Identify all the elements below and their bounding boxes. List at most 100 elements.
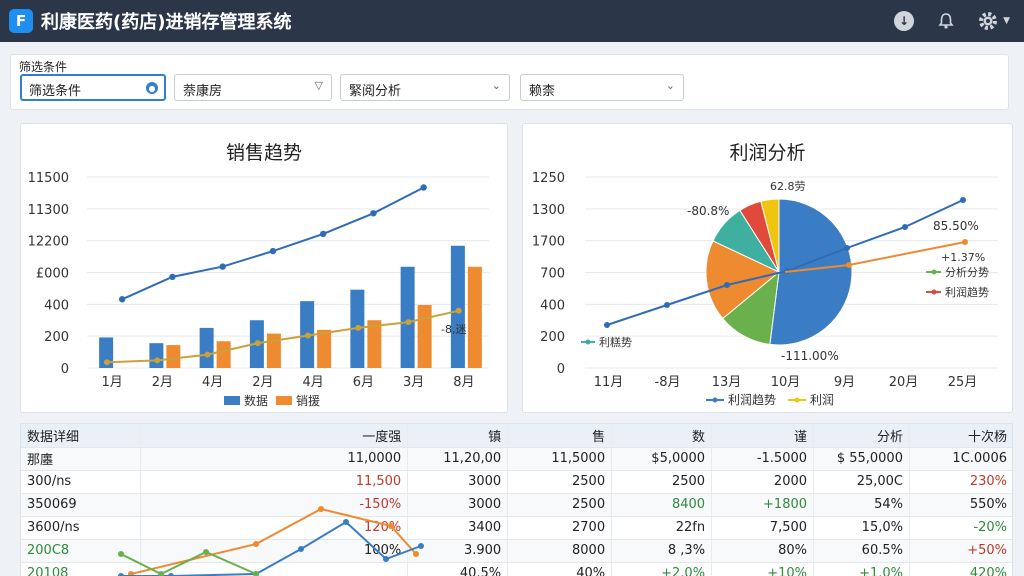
y-tick-label: 12200: [28, 235, 69, 250]
table-cell: 550%: [909, 493, 1012, 517]
y-tick-label: 1250: [532, 171, 565, 186]
table-cell: 300/ns: [21, 470, 142, 494]
table-cell: 8 ,3%: [611, 539, 713, 563]
trend-point: [319, 230, 327, 238]
table-header-cell[interactable]: 谨: [711, 424, 815, 448]
legend-swatch: [276, 396, 292, 405]
table-cell: 80%: [711, 539, 815, 563]
table-cell: 60.5%: [813, 539, 910, 563]
data-table-card: 数据详细 一度强镇售数谨分析 十次杨 那廛 11,0000 11,20,00 11,5000…: [20, 423, 1013, 576]
info-icon: ●: [146, 82, 158, 94]
table-cell: 100%: [140, 539, 409, 563]
trend-point: [169, 273, 176, 281]
bell-icon: [938, 13, 954, 29]
chevron-down-icon[interactable]: ▼: [1003, 16, 1010, 26]
table-cell: 2500: [507, 493, 613, 517]
table-header-cell[interactable]: 镇: [407, 424, 509, 448]
table-cell: +10%: [711, 562, 815, 576]
filter-panel: 筛选条件 筛选条件 ● 萘康房 ▽ 緊阅分析 ⌄ 赖柰 ⌄: [10, 54, 1009, 110]
pie-label: -111.00%: [781, 349, 839, 363]
table-cell: +2.0%: [611, 562, 713, 576]
trend-point: [204, 351, 211, 358]
table-header-cell[interactable]: 售: [507, 424, 613, 448]
filter-select-3-value: 緊阅分析: [349, 84, 402, 99]
table-cell: 3000: [407, 470, 509, 494]
table-header-cell[interactable]: 十次杨: [909, 424, 1012, 448]
legend-marker: [931, 269, 937, 275]
x-tick-label: 9月: [834, 375, 855, 390]
bar: [417, 304, 432, 368]
trend-point: [902, 224, 908, 230]
y-tick-label: 400: [44, 298, 69, 313]
table-row[interactable]: 300/ns 11,500 3000 2500 2500 2000 25,00C 230%: [21, 470, 1012, 494]
y-tick-label: 700: [540, 267, 565, 282]
table-header-cell[interactable]: 分析: [813, 424, 910, 448]
table-cell: 1C.0006: [909, 447, 1012, 471]
table-header-cell[interactable]: 数: [611, 424, 713, 448]
trend-point: [370, 210, 377, 217]
table-cell: +1.0%: [813, 562, 910, 576]
legend-marker: [585, 339, 591, 345]
x-tick-label: 3月: [403, 375, 424, 390]
table-cell: 40.5%: [407, 562, 509, 576]
table-cell: 230%: [909, 470, 1012, 494]
table-row[interactable]: 200C8 100% 3.900 8000 8 ,3% 80% 60.5% +50%: [21, 539, 1012, 563]
table-row[interactable]: 3600/ns 120% 3400 2700 22fn 7,500 15,0% -20%: [21, 516, 1012, 540]
x-tick-label: 2月: [252, 375, 273, 390]
trend-point: [846, 262, 852, 268]
table-row[interactable]: 20108 40.5% 40% +2.0% +10% +1.0% 420%: [21, 562, 1012, 576]
top-bar: F 利康医药(药店)进销存管理系统 ↓ ▼: [0, 0, 1024, 42]
filter-select-1[interactable]: 筛选条件 ●: [20, 74, 166, 101]
y-tick-label: 11300: [28, 203, 69, 218]
table-row[interactable]: 350069 -150% 3000 2500 8400 +1800 54% 550%: [21, 493, 1012, 517]
table-header-cell[interactable]: 一度强: [140, 424, 409, 448]
table-cell: $5,0000: [611, 447, 713, 471]
y-tick-label: 1700: [532, 235, 565, 250]
filter-select-3[interactable]: 緊阅分析 ⌄: [340, 74, 510, 101]
x-tick-label: 4月: [202, 375, 223, 390]
download-button[interactable]: ↓: [891, 8, 917, 34]
filter-select-4[interactable]: 赖柰 ⌄: [520, 74, 684, 101]
x-tick-label: 11月: [594, 375, 624, 390]
trend-point: [254, 340, 261, 347]
filter-select-1-value: 筛选条件: [29, 84, 82, 99]
chevron-down-icon: ⌄: [665, 79, 675, 92]
table-cell: 54%: [813, 493, 910, 517]
legend-label: 利糕势: [599, 335, 632, 349]
pie-label: +1.37%: [941, 251, 985, 264]
data-table: 数据详细 一度强镇售数谨分析 十次杨 那廛 11,0000 11,20,00 11,5000…: [21, 424, 1012, 576]
table-cell: 2700: [507, 516, 613, 540]
x-tick-label: 1月: [101, 375, 122, 390]
table-cell: 2500: [507, 470, 613, 494]
table-cell: 20108: [21, 562, 142, 576]
bar: [166, 345, 181, 368]
table-cell: $ 55,0000: [813, 447, 910, 471]
filter-select-2[interactable]: 萘康房 ▽: [174, 74, 332, 101]
header-actions: ↓ ▼: [891, 8, 1010, 34]
trend-point: [355, 324, 362, 331]
table-cell: 120%: [140, 516, 409, 540]
table-header-row: 数据详细 一度强镇售数谨分析 十次杨: [21, 424, 1012, 448]
table-cell: 22fn: [611, 516, 713, 540]
table-cell: +1800: [711, 493, 815, 517]
settings-button[interactable]: [975, 8, 1001, 34]
x-tick-label: 13月: [712, 375, 742, 390]
table-cell: 350069: [21, 493, 142, 517]
legend-label: 数据: [244, 393, 268, 408]
y-tick-label: 1300: [532, 203, 565, 218]
table-header-cell[interactable]: 数据详细: [21, 424, 142, 448]
table-row[interactable]: 那廛 11,0000 11,20,00 11,5000 $5,0000 -1.5000 $ …: [21, 447, 1012, 471]
table-cell: 8400: [611, 493, 713, 517]
gear-icon: [979, 12, 998, 30]
download-icon: ↓: [894, 11, 915, 31]
table-cell: 3000: [407, 493, 509, 517]
sales-trend-card: 销售趋势 11500 11300 12200 £000 400 200 0 1月 2月 4月 2月 4…: [20, 123, 508, 413]
table-cell: 3600/ns: [21, 516, 142, 540]
notification-button[interactable]: [933, 8, 959, 34]
x-tick-label: 4月: [302, 375, 323, 390]
table-cell: 8000: [507, 539, 613, 563]
chevron-down-icon: ▽: [314, 79, 323, 92]
filter-title: 筛选条件: [19, 60, 68, 74]
filter-select-4-value: 赖柰: [529, 84, 556, 99]
legend-label: 销援: [296, 394, 320, 408]
